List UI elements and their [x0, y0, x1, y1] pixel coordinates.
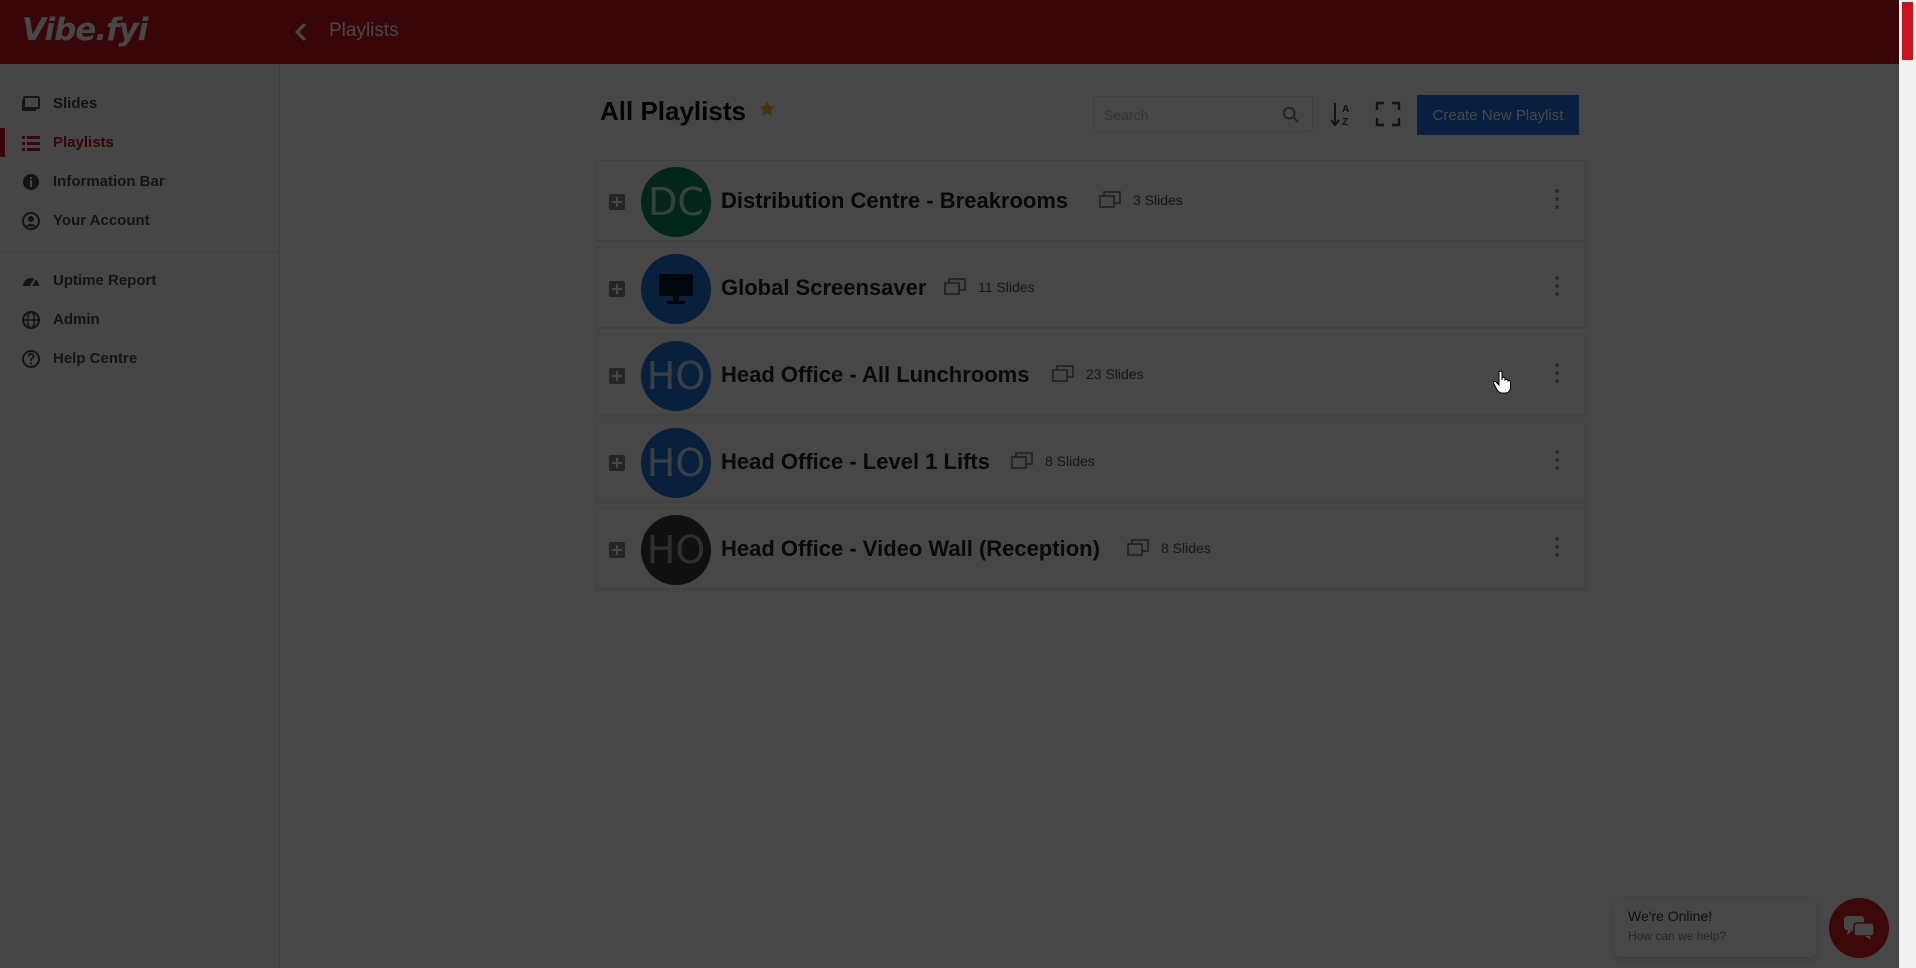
playlist-list: DC Distribution Centre - Breakrooms 3 Sl… [596, 160, 1586, 595]
globe-icon [22, 311, 40, 329]
info-icon [23, 174, 39, 190]
kebab-menu-icon[interactable] [1553, 189, 1561, 213]
hand-cursor-icon [1492, 370, 1511, 394]
chat-icon [1844, 916, 1875, 940]
sidebar: Slides Playlists Information Bar Your Ac… [0, 64, 280, 968]
expand-icon[interactable] [609, 455, 625, 471]
sidebar-item-label: Uptime Report [53, 272, 157, 289]
sidebar-item-uptime-report[interactable]: Uptime Report [0, 261, 279, 300]
slides-count-icon [1011, 452, 1033, 469]
search-icon[interactable] [1282, 106, 1300, 124]
back-button[interactable] [290, 18, 312, 46]
kebab-menu-icon[interactable] [1553, 276, 1561, 300]
create-new-playlist-button[interactable]: Create New Playlist [1417, 95, 1579, 135]
expand-icon[interactable] [609, 194, 625, 210]
playlist-row[interactable]: DC Distribution Centre - Breakrooms 3 Sl… [596, 160, 1586, 241]
expand-icon[interactable] [609, 542, 625, 558]
expand-icon[interactable] [609, 281, 625, 297]
sidebar-item-slides[interactable]: Slides [0, 84, 279, 123]
page-header-title: Playlists [329, 20, 399, 41]
playlist-meta: 8 Slides [1127, 539, 1211, 557]
monitor-icon [659, 274, 693, 304]
sidebar-item-information-bar[interactable]: Information Bar [0, 162, 279, 201]
top-bar: Vibe.fyi Playlists [0, 0, 1916, 64]
page-title: All Playlists [600, 96, 746, 126]
svg-text:A: A [1342, 104, 1349, 115]
slides-count-icon [1052, 365, 1074, 382]
playlist-row[interactable]: HO Head Office - Level 1 Lifts 8 Slides [596, 421, 1586, 502]
chevron-left-icon [294, 22, 307, 42]
chat-prompt[interactable]: We're Online! How can we help? [1614, 899, 1816, 957]
search-input[interactable] [1104, 105, 1274, 125]
slides-count-icon [944, 278, 966, 295]
playlist-avatar [641, 254, 711, 324]
playlist-meta: 11 Slides [944, 278, 1035, 296]
chat-line-1: We're Online! [1628, 908, 1713, 924]
sidebar-item-help-centre[interactable]: Help Centre [0, 339, 279, 378]
playlist-name[interactable]: Head Office - Video Wall (Reception) [721, 536, 1100, 562]
sort-az-icon[interactable]: AZ [1329, 100, 1357, 128]
sidebar-divider [0, 252, 279, 253]
sidebar-item-label: Your Account [53, 212, 150, 229]
account-icon [22, 212, 40, 230]
kebab-menu-icon[interactable] [1553, 450, 1561, 474]
kebab-menu-icon[interactable] [1553, 363, 1561, 387]
playlist-row[interactable]: HO Head Office - Video Wall (Reception) … [596, 508, 1586, 589]
slides-count: 3 Slides [1133, 192, 1183, 208]
playlist-row[interactable]: HO Head Office - All Lunchrooms 23 Slide… [596, 334, 1586, 415]
playlist-avatar: DC [641, 167, 711, 237]
expand-icon[interactable] [609, 368, 625, 384]
playlist-meta: 23 Slides [1052, 365, 1144, 383]
playlist-name[interactable]: Distribution Centre - Breakrooms [721, 188, 1068, 214]
slides-count: 11 Slides [978, 279, 1035, 295]
sidebar-item-admin[interactable]: Admin [0, 300, 279, 339]
slides-icon [22, 96, 40, 111]
star-icon[interactable] [758, 100, 776, 118]
slides-count: 23 Slides [1086, 366, 1144, 382]
sidebar-item-playlists[interactable]: Playlists [0, 123, 279, 162]
playlist-name[interactable]: Head Office - All Lunchrooms [721, 362, 1029, 388]
playlist-name[interactable]: Head Office - Level 1 Lifts [721, 449, 990, 475]
playlist-avatar: HO [641, 515, 711, 585]
scrollbar-thumb[interactable] [1902, 2, 1913, 60]
chat-launcher-button[interactable] [1829, 898, 1889, 958]
kebab-menu-icon[interactable] [1553, 537, 1561, 561]
sidebar-item-label: Information Bar [53, 173, 165, 190]
slides-count: 8 Slides [1045, 453, 1095, 469]
playlist-row[interactable]: Global Screensaver 11 Slides [596, 247, 1586, 328]
page-scrollbar[interactable] [1899, 0, 1916, 968]
slides-count-icon [1099, 191, 1121, 208]
chat-line-2: How can we help? [1628, 929, 1727, 943]
question-icon [22, 350, 40, 368]
gauge-icon [23, 278, 39, 287]
playlist-avatar: HO [641, 428, 711, 498]
sidebar-item-label: Slides [53, 95, 98, 112]
playlist-name[interactable]: Global Screensaver [721, 275, 926, 301]
search-box [1093, 96, 1313, 132]
app-logo[interactable]: Vibe.fyi [22, 12, 148, 48]
sidebar-item-label: Playlists [53, 134, 114, 151]
slides-count-icon [1127, 539, 1149, 556]
sidebar-item-label: Admin [53, 311, 100, 328]
playlist-avatar: HO [641, 341, 711, 411]
svg-text:Z: Z [1342, 117, 1348, 128]
sidebar-item-label: Help Centre [53, 350, 138, 367]
playlist-meta: 8 Slides [1011, 452, 1095, 470]
fullscreen-icon[interactable] [1374, 100, 1402, 128]
playlist-meta: 3 Slides [1099, 191, 1183, 209]
sidebar-item-your-account[interactable]: Your Account [0, 201, 279, 240]
slides-count: 8 Slides [1161, 540, 1211, 556]
list-icon [22, 136, 40, 151]
